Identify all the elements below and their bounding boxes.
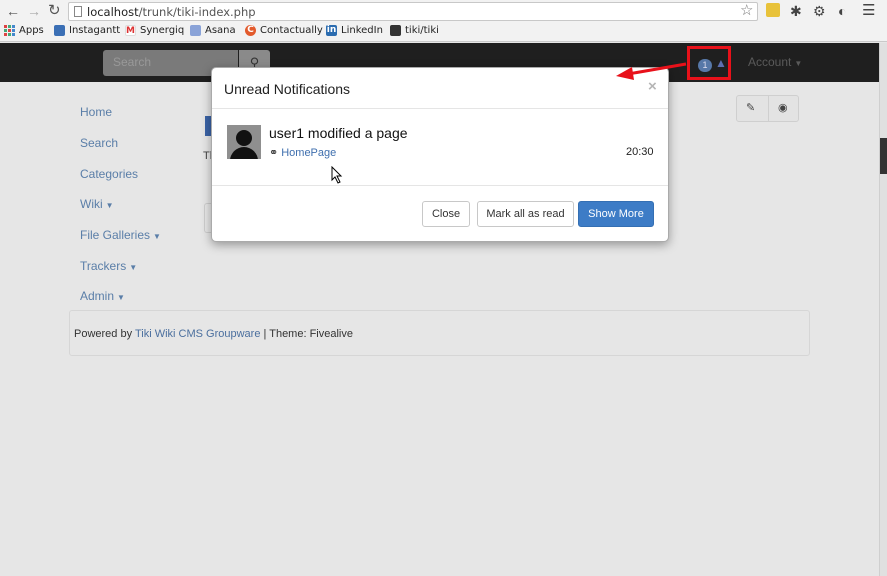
annotation-arrow bbox=[616, 62, 687, 80]
mouse-cursor-icon bbox=[331, 166, 343, 184]
